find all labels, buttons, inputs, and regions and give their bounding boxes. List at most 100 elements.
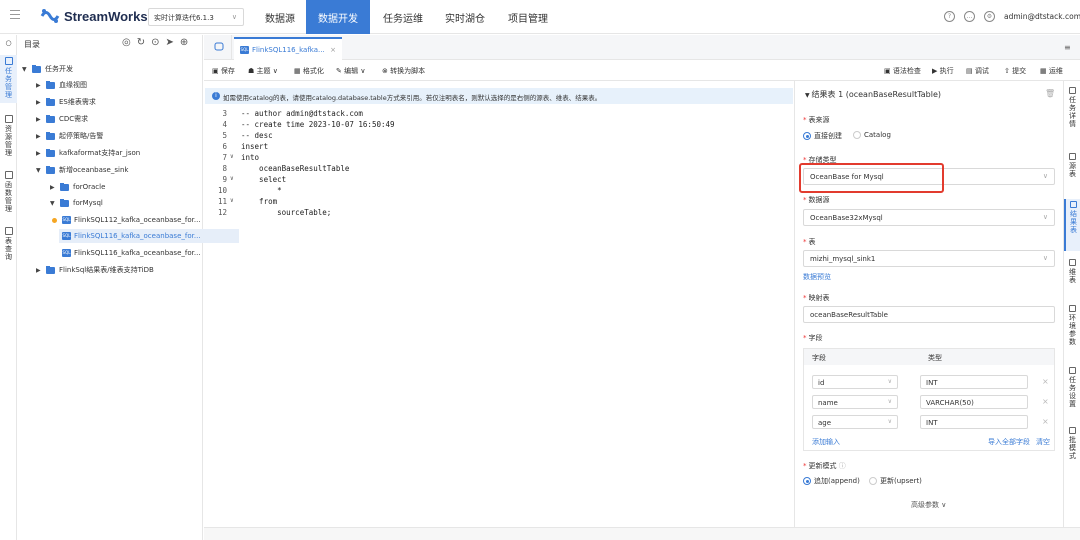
- locate-icon[interactable]: ◎: [122, 37, 131, 48]
- caret-right-icon[interactable]: ▶: [36, 267, 44, 274]
- tree-folder-item[interactable]: ▶ CDC需求: [36, 112, 88, 126]
- tab-flinksql116[interactable]: SQL FlinkSQL116_kafka... ×: [234, 37, 342, 60]
- right-tab[interactable]: 任务设置: [1064, 365, 1080, 419]
- caret-right-icon[interactable]: ▶: [50, 184, 58, 191]
- delete-field-icon[interactable]: ×: [1042, 377, 1049, 386]
- right-tab[interactable]: 批模式: [1064, 425, 1080, 469]
- close-icon[interactable]: ×: [330, 46, 336, 54]
- code-line[interactable]: 10 *: [205, 186, 785, 197]
- delete-field-icon[interactable]: ×: [1042, 397, 1049, 406]
- right-tab[interactable]: 任务详情: [1064, 85, 1080, 145]
- radio-catalog[interactable]: Catalog: [853, 131, 891, 139]
- theme-button[interactable]: ☗ 主题 ∨: [248, 66, 278, 76]
- syntax-check-button[interactable]: ▣ 语法检查: [884, 66, 921, 76]
- fold-icon[interactable]: ∨: [230, 197, 234, 204]
- mapping-table-input[interactable]: oceanBaseResultTable: [803, 306, 1055, 323]
- code-line[interactable]: 8 oceanBaseResultTable: [205, 164, 785, 175]
- logo[interactable]: StreamWorks: [40, 7, 148, 25]
- tree-folder-item[interactable]: ▶ ES维表需求: [36, 95, 96, 109]
- add-icon[interactable]: ⊕: [180, 37, 188, 48]
- message-icon[interactable]: …: [964, 11, 975, 22]
- search-icon[interactable]: ○: [0, 39, 17, 49]
- rail-table-query[interactable]: 表查询: [0, 227, 17, 267]
- rail-function-manage[interactable]: 函数管理: [0, 171, 17, 219]
- convert-script-button[interactable]: ⊗ 转换为脚本: [382, 66, 425, 76]
- fold-icon[interactable]: ∨: [230, 153, 234, 160]
- caret-right-icon[interactable]: ▶: [36, 82, 44, 89]
- refresh-icon[interactable]: ↻: [137, 37, 145, 48]
- field-type-input[interactable]: VARCHAR(50): [920, 395, 1028, 409]
- caret-down-icon[interactable]: ▼: [50, 200, 58, 207]
- edit-button[interactable]: ✎ 编辑 ∨: [336, 66, 365, 76]
- caret-right-icon[interactable]: ▶: [36, 116, 44, 123]
- code-line[interactable]: 3 -- author admin@dtstack.com: [205, 109, 785, 120]
- right-tab[interactable]: 结果表: [1064, 199, 1080, 251]
- code-editor[interactable]: 3 -- author admin@dtstack.com 4 -- create t…: [205, 107, 793, 527]
- nav-project[interactable]: 项目管理: [500, 0, 556, 34]
- right-tab[interactable]: 源表: [1064, 151, 1080, 195]
- fold-icon[interactable]: ∨: [230, 175, 234, 182]
- submit-button[interactable]: ⇧ 提交: [1004, 66, 1026, 76]
- tree-file-item[interactable]: SQL FlinkSQL116_kafka_oceanbase_for...: [62, 246, 201, 260]
- field-type-input[interactable]: INT: [920, 375, 1028, 389]
- tree-folder-item[interactable]: ▼ 新增oceanbase_sink: [36, 163, 128, 177]
- field-name-select[interactable]: age ∨: [812, 415, 898, 429]
- right-tab[interactable]: 环境参数: [1064, 303, 1080, 359]
- rail-task-manage[interactable]: 任务管理: [0, 55, 17, 103]
- field-type-input[interactable]: INT: [920, 415, 1028, 429]
- tree-folder-item[interactable]: ▼ 任务开发: [22, 62, 73, 76]
- caret-right-icon[interactable]: ▶: [36, 99, 44, 106]
- help-icon[interactable]: ?: [944, 11, 955, 22]
- nav-task-ops[interactable]: 任务运维: [375, 0, 431, 34]
- code-line[interactable]: 11 ∨ from: [205, 197, 785, 208]
- nav-data-dev[interactable]: 数据开发: [306, 0, 370, 34]
- save-button[interactable]: ▣ 保存: [212, 66, 235, 76]
- radio-upsert[interactable]: 更新(upsert): [869, 476, 922, 486]
- tree-file-item[interactable]: SQL FlinkSQL112_kafka_oceanbase_for...: [52, 213, 201, 227]
- code-line[interactable]: 5 -- desc: [205, 131, 785, 142]
- table-select[interactable]: mizhi_mysql_sink1 ∨: [803, 250, 1055, 267]
- debug-button[interactable]: ▤ 调试: [966, 66, 989, 76]
- data-preview-link[interactable]: 数据预览: [803, 272, 831, 282]
- field-name-select[interactable]: id ∨: [812, 375, 898, 389]
- menu-icon[interactable]: [10, 10, 20, 19]
- nav-datasource[interactable]: 数据源: [255, 0, 305, 34]
- code-line[interactable]: 6 insert: [205, 142, 785, 153]
- delete-icon[interactable]: 🗑: [1045, 89, 1055, 98]
- more-icon[interactable]: ⊙: [151, 37, 159, 48]
- advanced-params-toggle[interactable]: 高级参数 ∨: [911, 500, 946, 510]
- gear-icon[interactable]: ⚙: [984, 11, 995, 22]
- clear-link[interactable]: 清空: [1036, 437, 1050, 447]
- add-input-link[interactable]: 添加输入: [812, 437, 840, 447]
- caret-down-icon[interactable]: ▼: [36, 167, 44, 174]
- version-select[interactable]: 实时计算迭代6.1.3 ∨: [148, 8, 244, 26]
- code-line[interactable]: 9 ∨ select: [205, 175, 785, 186]
- tree-folder-item[interactable]: ▶ FlinkSql结果表/维表支持TiDB: [36, 263, 154, 277]
- tree-folder-item[interactable]: ▶ 血缘视图: [36, 78, 87, 92]
- radio-append[interactable]: 追加(append): [803, 476, 860, 486]
- list-icon[interactable]: ≡: [1064, 43, 1071, 52]
- right-tab[interactable]: 维表: [1064, 257, 1080, 297]
- radio-direct[interactable]: 直接创建: [803, 131, 842, 141]
- code-line[interactable]: 7 ∨ into: [205, 153, 785, 164]
- delete-field-icon[interactable]: ×: [1042, 417, 1049, 426]
- caret-right-icon[interactable]: ▶: [36, 133, 44, 140]
- nav-lakehouse[interactable]: 实时湖仓: [437, 0, 493, 34]
- code-line[interactable]: 12 sourceTable;: [205, 208, 785, 219]
- help-icon[interactable]: ⓘ: [839, 462, 846, 470]
- panel-header[interactable]: ▼ 结果表 1 (oceanBaseResultTable): [805, 89, 941, 100]
- import-all-link[interactable]: 导入全部字段: [988, 437, 1030, 447]
- run-button[interactable]: ▶ 执行: [932, 66, 954, 76]
- tree-folder-item[interactable]: ▶ forOracle: [50, 180, 105, 194]
- tree-folder-item[interactable]: ▼ forMysql: [50, 196, 103, 210]
- datasource-select[interactable]: OceanBase32xMysql ∨: [803, 209, 1055, 226]
- code-line[interactable]: 4 -- create time 2023-10-07 16:50:49: [205, 120, 785, 131]
- tree-folder-item[interactable]: ▶ 起停策略/告警: [36, 129, 103, 143]
- send-icon[interactable]: ➤: [166, 37, 174, 48]
- user-name[interactable]: admin@dtstack.com: [1004, 12, 1080, 21]
- caret-right-icon[interactable]: ▶: [36, 150, 44, 157]
- format-button[interactable]: ▦ 格式化: [294, 66, 324, 76]
- tree-folder-item[interactable]: ▶ kafkaformat支持ar_json: [36, 146, 140, 160]
- rail-resource-manage[interactable]: 资源管理: [0, 115, 17, 163]
- caret-down-icon[interactable]: ▼: [22, 66, 30, 73]
